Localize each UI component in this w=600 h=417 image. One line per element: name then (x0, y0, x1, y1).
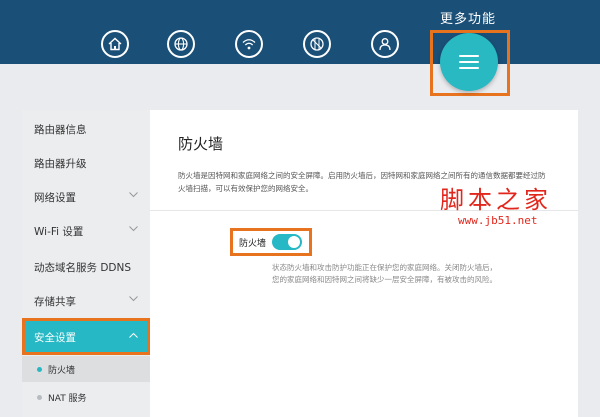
sidebar-item-label: 路由器信息 (34, 123, 87, 136)
sidebar: 路由器信息 路由器升级 网络设置 Wi-Fi 设置 动态域名服务 DDNS 存储… (22, 110, 150, 417)
top-navigation-bar (0, 0, 600, 64)
watermark-url: www.jb51.net (458, 214, 538, 227)
inactive-dot (37, 395, 42, 400)
wifi-icon[interactable] (235, 30, 263, 58)
sidebar-subitem-label: NAT 服务 (48, 393, 87, 404)
active-dot (37, 367, 42, 372)
chevron-down-icon (129, 226, 138, 232)
sidebar-item-label: 网络设置 (34, 191, 76, 204)
sidebar-item-wifi-settings[interactable]: Wi-Fi 设置 (22, 214, 150, 248)
sidebar-subitem-firewall[interactable]: 防火墙 (22, 356, 150, 382)
more-functions-label: 更多功能 (440, 12, 497, 27)
sidebar-item-router-info[interactable]: 路由器信息 (22, 112, 150, 146)
page-title: 防火墙 (178, 135, 224, 153)
sidebar-item-storage-sharing[interactable]: 存储共享 (22, 284, 150, 318)
chevron-down-icon (129, 296, 138, 302)
more-functions-button[interactable] (440, 33, 498, 91)
sidebar-item-label: 路由器升级 (34, 157, 87, 170)
globe-alt-icon[interactable] (303, 30, 331, 58)
sidebar-item-label: 存储共享 (34, 295, 76, 308)
sidebar-item-label: 动态域名服务 DDNS (34, 261, 132, 274)
toggle-knob (288, 236, 300, 248)
chevron-down-icon (129, 192, 138, 198)
sidebar-item-ddns[interactable]: 动态域名服务 DDNS (22, 250, 150, 284)
sidebar-subitem-nat-service[interactable]: NAT 服务 (22, 384, 150, 410)
sidebar-subitem-label: 防火墙 (48, 365, 76, 376)
globe-icon[interactable] (167, 30, 195, 58)
home-icon[interactable] (101, 30, 129, 58)
sidebar-item-router-upgrade[interactable]: 路由器升级 (22, 146, 150, 180)
sidebar-item-label: Wi-Fi 设置 (34, 225, 84, 238)
watermark-text: 脚本之家 (440, 186, 552, 214)
firewall-toggle-label: 防火墙 (239, 239, 267, 249)
user-icon[interactable] (371, 30, 399, 58)
firewall-toggle[interactable] (272, 234, 302, 250)
security-settings-highlight (22, 318, 150, 355)
firewall-status-text: 状态防火墙和攻击防护功能正在保护您的家庭网络。关闭防火墙后，您的家庭网络和因特网… (272, 263, 497, 284)
menu-icon (459, 55, 479, 69)
sidebar-item-network-settings[interactable]: 网络设置 (22, 180, 150, 214)
